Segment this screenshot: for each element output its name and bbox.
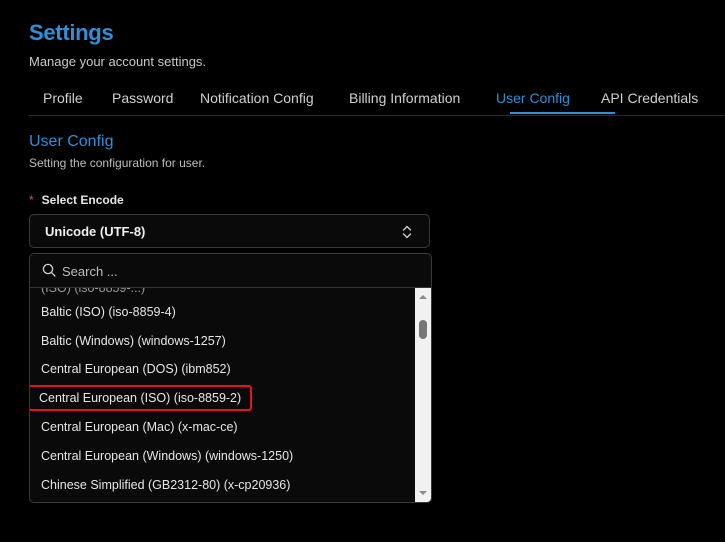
- tab-notification-config[interactable]: Notification Config: [200, 83, 314, 114]
- page-title: Settings: [29, 20, 114, 45]
- select-encode-label-text: Select Encode: [41, 193, 124, 207]
- dropdown-search-row: [30, 254, 431, 288]
- tab-user-config[interactable]: User Config: [496, 83, 570, 114]
- active-tab-indicator: [510, 112, 615, 114]
- search-icon: [42, 263, 56, 277]
- encode-options-list: (ISO) (iso-8859-...) Baltic (ISO) (iso-8…: [30, 288, 415, 502]
- tab-password[interactable]: Password: [112, 83, 173, 114]
- scroll-up-arrow-icon[interactable]: [415, 290, 431, 304]
- dropdown-scrollbar[interactable]: [415, 288, 431, 502]
- encode-select[interactable]: Unicode (UTF-8): [29, 214, 430, 248]
- section-description: Setting the configuration for user.: [29, 156, 206, 170]
- dropdown-option[interactable]: Central European (Windows) (windows-1250…: [41, 445, 293, 467]
- dropdown-option[interactable]: Chinese Simplified (GB2312-80) (x-cp2093…: [41, 474, 290, 496]
- encode-select-value: Unicode (UTF-8): [45, 224, 146, 239]
- tab-billing-information[interactable]: Billing Information: [349, 83, 460, 114]
- page-subtitle: Manage your account settings.: [29, 54, 207, 69]
- dropdown-option[interactable]: Central European (Mac) (x-mac-ce): [41, 416, 238, 438]
- tab-profile[interactable]: Profile: [43, 83, 83, 114]
- dropdown-search-input[interactable]: [62, 260, 402, 282]
- tab-api-credentials[interactable]: API Credentials: [601, 83, 698, 114]
- scroll-down-arrow-icon[interactable]: [415, 486, 431, 500]
- dropdown-option[interactable]: Baltic (ISO) (iso-8859-4): [41, 301, 176, 323]
- dropdown-option-partial[interactable]: (ISO) (iso-8859-...): [41, 288, 145, 299]
- settings-page: Settings Manage your account settings. P…: [0, 0, 725, 542]
- required-mark: *: [29, 193, 34, 207]
- section-title: User Config: [29, 133, 114, 150]
- scrollbar-thumb[interactable]: [419, 320, 427, 339]
- dropdown-option-highlighted[interactable]: Central European (ISO) (iso-8859-2): [30, 385, 253, 411]
- select-encode-label: * Select Encode: [29, 193, 124, 207]
- dropdown-option[interactable]: Central European (DOS) (ibm852): [41, 358, 231, 380]
- encode-dropdown: (ISO) (iso-8859-...) Baltic (ISO) (iso-8…: [29, 253, 432, 503]
- dropdown-option[interactable]: Baltic (Windows) (windows-1257): [41, 330, 226, 352]
- chevron-up-down-icon: [402, 225, 412, 239]
- settings-tabs: Profile Password Notification Config Bil…: [28, 83, 725, 116]
